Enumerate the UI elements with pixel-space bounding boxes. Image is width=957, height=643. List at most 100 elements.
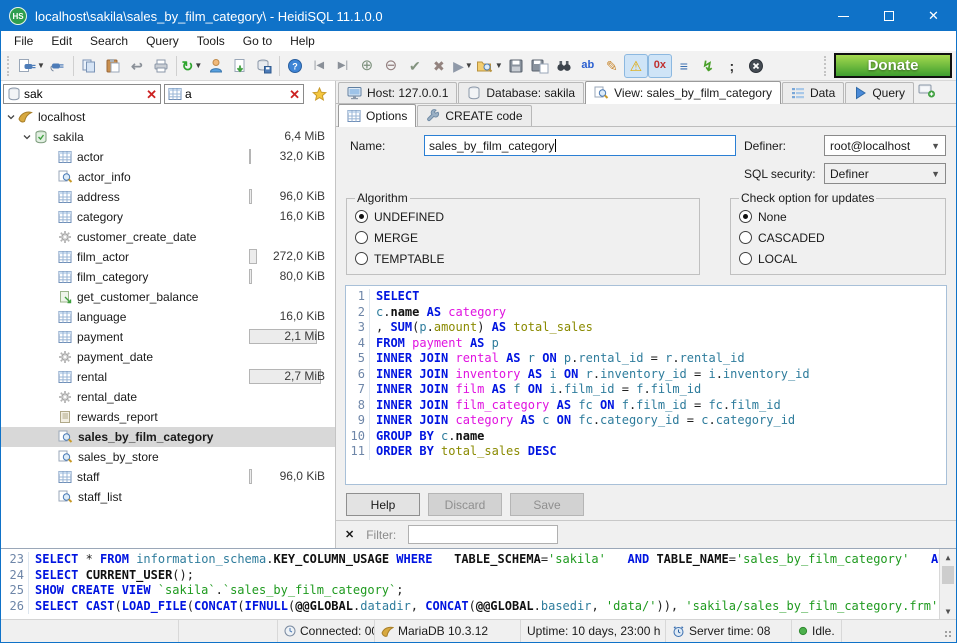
tree-item-address[interactable]: address96,0 KiB bbox=[1, 187, 335, 207]
refresh-icon[interactable]: ↻▼ bbox=[180, 54, 204, 78]
favorites-filter-button[interactable] bbox=[307, 84, 331, 104]
save-sql-icon[interactable] bbox=[504, 54, 528, 78]
go-first-icon[interactable]: |◀ bbox=[307, 54, 331, 78]
maximize-button[interactable] bbox=[866, 1, 911, 31]
tree-item-film-actor[interactable]: film_actor272,0 KiB bbox=[1, 247, 335, 267]
tree-item-language[interactable]: language16,0 KiB bbox=[1, 307, 335, 327]
tab-host[interactable]: Host: 127.0.0.1 bbox=[338, 82, 457, 103]
tree-item-rewards-report[interactable]: rewards_report bbox=[1, 407, 335, 427]
tree-item-actor[interactable]: actor32,0 KiB bbox=[1, 147, 335, 167]
scroll-down-icon[interactable]: ▼ bbox=[940, 603, 956, 619]
minimize-button[interactable] bbox=[821, 1, 866, 31]
execute-sql-icon[interactable]: ▶▼ bbox=[451, 54, 475, 78]
menu-query[interactable]: Query bbox=[137, 32, 188, 50]
view-name-input[interactable]: sales_by_film_category bbox=[424, 135, 736, 156]
help-icon[interactable]: ? bbox=[283, 54, 307, 78]
scroll-up-icon[interactable]: ▲ bbox=[940, 549, 956, 565]
filter-input[interactable] bbox=[408, 525, 558, 544]
tree-item-sales-by-store[interactable]: sales_by_store bbox=[1, 447, 335, 467]
sql-security-select[interactable]: Definer▼ bbox=[824, 163, 946, 184]
disconnect-icon[interactable] bbox=[46, 54, 70, 78]
revert-changes-icon[interactable]: ✖ bbox=[427, 54, 451, 78]
load-sql-file-icon[interactable]: ▼ bbox=[475, 54, 504, 78]
algorithm-merge-radio[interactable] bbox=[355, 231, 368, 244]
menu-tools[interactable]: Tools bbox=[188, 32, 234, 50]
save-sql-as-icon[interactable] bbox=[528, 54, 552, 78]
tree-item-staff-list[interactable]: staff_list bbox=[1, 487, 335, 507]
subtab-options[interactable]: Options bbox=[338, 104, 416, 127]
error-highlight-icon[interactable]: ⚠ bbox=[624, 54, 648, 78]
tree-item-actor-info[interactable]: actor_info bbox=[1, 167, 335, 187]
definer-select[interactable]: root@localhost▼ bbox=[824, 135, 946, 156]
clear-data-filter-icon[interactable]: ✕ bbox=[289, 88, 300, 101]
new-query-tab-button[interactable] bbox=[918, 83, 936, 101]
algorithm-undefined-radio[interactable] bbox=[355, 210, 368, 223]
tree-item-get-customer-balance[interactable]: get_customer_balance bbox=[1, 287, 335, 307]
tab-view[interactable]: View: sales_by_film_category bbox=[585, 81, 781, 104]
paste-icon[interactable] bbox=[101, 54, 125, 78]
menu-edit[interactable]: Edit bbox=[42, 32, 81, 50]
post-changes-icon[interactable]: ✔ bbox=[403, 54, 427, 78]
tree-item-film-category[interactable]: film_category80,0 KiB bbox=[1, 267, 335, 287]
algorithm-temptable-radio[interactable] bbox=[355, 252, 368, 265]
help-button[interactable]: Help bbox=[346, 493, 420, 516]
semicolon-icon[interactable]: ; bbox=[720, 54, 744, 78]
menu-go-to[interactable]: Go to bbox=[234, 32, 281, 50]
go-last-icon[interactable]: ▶| bbox=[331, 54, 355, 78]
insert-row-icon[interactable]: ⊕ bbox=[355, 54, 379, 78]
tree-item-category[interactable]: category16,0 KiB bbox=[1, 207, 335, 227]
clear-table-filter-icon[interactable]: ✕ bbox=[146, 88, 157, 101]
menu-file[interactable]: File bbox=[5, 32, 42, 50]
close-button[interactable]: ✕ bbox=[911, 1, 956, 31]
reformat-sql-icon[interactable]: ✎ bbox=[600, 54, 624, 78]
donate-grip[interactable] bbox=[824, 56, 830, 76]
dropdown-caret-icon[interactable]: ▼ bbox=[495, 61, 503, 70]
bind-parameters-icon[interactable]: ≡ bbox=[672, 54, 696, 78]
scroll-thumb[interactable] bbox=[942, 566, 954, 584]
expander-icon[interactable] bbox=[4, 112, 18, 122]
user-manager-icon[interactable] bbox=[204, 54, 228, 78]
toolbar-grip[interactable] bbox=[7, 56, 13, 76]
save-data-icon[interactable] bbox=[252, 54, 276, 78]
save-button[interactable]: Save bbox=[510, 493, 584, 516]
find-text-icon[interactable] bbox=[552, 54, 576, 78]
view-sql-editor[interactable]: 1SELECT2c.name AS category3, SUM(p.amoun… bbox=[345, 285, 947, 485]
reconnect-icon[interactable]: ↯ bbox=[696, 54, 720, 78]
check-option-cascaded-radio[interactable] bbox=[739, 231, 752, 244]
tree-item-localhost[interactable]: localhost bbox=[1, 107, 335, 127]
tree-item-sales-by-film-category[interactable]: sales_by_film_category bbox=[1, 427, 335, 447]
tree-item-payment-date[interactable]: payment_date bbox=[1, 347, 335, 367]
subtab-create-code[interactable]: CREATE code bbox=[417, 105, 531, 126]
tree-item-customer-create-date[interactable]: customer_create_date bbox=[1, 227, 335, 247]
tab-query[interactable]: Query bbox=[845, 82, 914, 103]
tab-database[interactable]: Database: sakila bbox=[458, 82, 584, 103]
dropdown-caret-icon[interactable]: ▼ bbox=[465, 61, 473, 70]
replace-text-icon[interactable]: ab bbox=[576, 54, 600, 78]
table-filter-input[interactable] bbox=[24, 87, 143, 101]
tree-item-payment[interactable]: payment2,1 MiB bbox=[1, 327, 335, 347]
data-filter-input[interactable] bbox=[185, 87, 286, 101]
tab-data[interactable]: Data bbox=[782, 82, 844, 103]
undo-icon[interactable]: ↩ bbox=[125, 54, 149, 78]
discard-button[interactable]: Discard bbox=[428, 493, 502, 516]
expander-icon[interactable] bbox=[20, 132, 34, 142]
tree-item-sakila[interactable]: sakila6,4 MiB bbox=[1, 127, 335, 147]
tree-item-rental[interactable]: rental2,7 MiB bbox=[1, 367, 335, 387]
export-database-icon[interactable] bbox=[228, 54, 252, 78]
donate-button[interactable]: Donate bbox=[834, 53, 952, 78]
dropdown-caret-icon[interactable]: ▼ bbox=[194, 61, 202, 70]
stop-icon[interactable] bbox=[744, 54, 768, 78]
check-option-local-radio[interactable] bbox=[739, 252, 752, 265]
resize-grip[interactable] bbox=[944, 630, 953, 639]
tree-item-staff[interactable]: staff96,0 KiB bbox=[1, 467, 335, 487]
delete-row-icon[interactable]: ⊖ bbox=[379, 54, 403, 78]
session-manager-icon[interactable]: ▼ bbox=[17, 54, 46, 78]
hex-view-icon[interactable]: 0x bbox=[648, 54, 672, 78]
tree-item-rental-date[interactable]: rental_date bbox=[1, 387, 335, 407]
print-icon[interactable] bbox=[149, 54, 173, 78]
menu-search[interactable]: Search bbox=[81, 32, 137, 50]
dropdown-caret-icon[interactable]: ▼ bbox=[37, 61, 45, 70]
menu-help[interactable]: Help bbox=[281, 32, 324, 50]
copy-icon[interactable] bbox=[77, 54, 101, 78]
check-option-none-radio[interactable] bbox=[739, 210, 752, 223]
